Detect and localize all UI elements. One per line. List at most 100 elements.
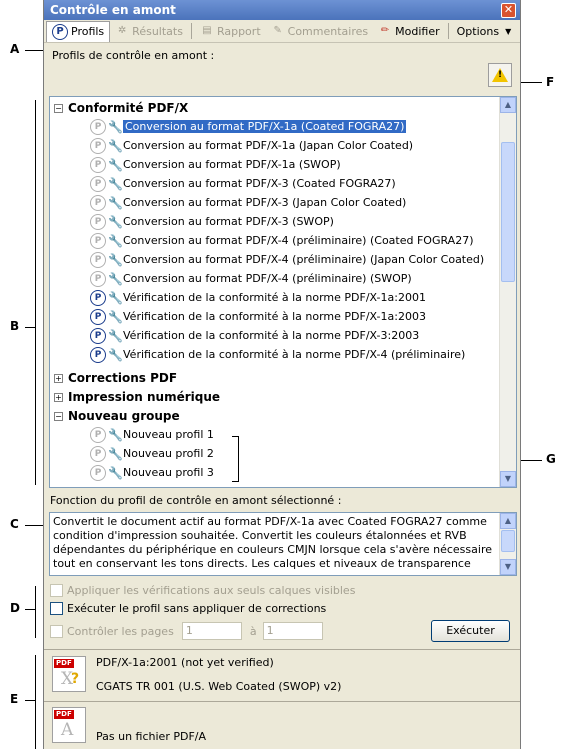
scroll-down-icon[interactable]: ▼ xyxy=(500,559,516,575)
profile-item[interactable]: P 🔧Vérification de la conformité à la nor… xyxy=(90,327,419,345)
profile-item-label: Conversion au format PDF/X-3 (Japan Colo… xyxy=(123,196,407,209)
warning-button[interactable]: ! xyxy=(488,63,512,87)
tree-scrollbar[interactable]: ▲ ▼ xyxy=(499,97,516,487)
callout-b: B xyxy=(10,319,20,333)
scroll-thumb[interactable] xyxy=(501,530,515,552)
profile-item[interactable]: P 🔧Nouveau profil 1 xyxy=(90,426,214,444)
tree-content: − Conformité PDF/X P 🔧 Conversion au forma… xyxy=(50,97,499,487)
callout-c: C xyxy=(10,517,19,531)
callout-g-bracket xyxy=(238,436,239,482)
tab-commentaires[interactable]: ✎ Commentaires xyxy=(266,21,373,41)
profile-item[interactable]: P 🔧Nouveau profil 2 xyxy=(90,445,214,463)
wrench-icon: 🔧 xyxy=(108,291,123,305)
wrench-icon: 🔧 xyxy=(108,428,123,442)
comment-icon: ✎ xyxy=(273,25,282,36)
profile-item[interactable]: P 🔧Conversion au format PDF/X-4 (prélimin… xyxy=(90,251,484,269)
description-text: Convertit le document actif au format PD… xyxy=(53,515,492,570)
profile-icon: P xyxy=(90,119,106,135)
wrench-icon: 🔧 xyxy=(108,329,123,343)
tree-group-label: Conformité PDF/X xyxy=(68,101,189,115)
profile-icon: P xyxy=(90,252,106,268)
callout-b-line xyxy=(25,327,35,328)
options-menu[interactable]: Options ▼ xyxy=(452,21,517,41)
callout-g: G xyxy=(546,452,556,466)
scroll-down-icon[interactable]: ▼ xyxy=(500,471,516,487)
tree-group-nouveau[interactable]: − Nouveau groupe xyxy=(54,407,180,425)
profile-item[interactable]: P 🔧Vérification de la conformité à la nor… xyxy=(90,289,426,307)
profile-icon: P xyxy=(90,427,106,443)
tab-resultats[interactable]: ✲ Résultats xyxy=(110,21,188,41)
scroll-up-icon[interactable]: ▲ xyxy=(500,97,516,113)
profile-item[interactable]: P 🔧Vérification de la conformité à la nor… xyxy=(90,308,426,326)
profile-item-label: Conversion au format PDF/X-4 (préliminai… xyxy=(123,234,474,247)
edit-button-label: Modifier xyxy=(395,24,440,38)
wrench-icon: 🔧 xyxy=(108,120,123,134)
collapse-icon[interactable]: − xyxy=(54,412,63,421)
no-fixups-checkbox[interactable] xyxy=(50,602,63,615)
profile-item-label: Nouveau profil 1 xyxy=(123,428,214,441)
profile-item[interactable]: P 🔧Vérification de la conformité à la nor… xyxy=(90,346,465,364)
option-no-fixups[interactable]: Exécuter le profil sans appliquer de cor… xyxy=(50,602,326,615)
profile-icon: P xyxy=(90,157,106,173)
expand-icon[interactable]: + xyxy=(54,393,63,402)
profile-item[interactable]: P 🔧Conversion au format PDF/X-3 (Japan Co… xyxy=(90,194,406,212)
description-scrollbar[interactable]: ▲ ▼ xyxy=(499,513,516,575)
visible-layers-checkbox[interactable] xyxy=(50,584,63,597)
profile-item[interactable]: P 🔧Conversion au format PDF/X-4 (prélimin… xyxy=(90,270,412,288)
profile-item-label: Conversion au format PDF/X-1a (Coated FO… xyxy=(123,120,407,133)
page-from-field[interactable]: 1 xyxy=(181,622,242,640)
tree-group-conformite[interactable]: − Conformité PDF/X xyxy=(54,99,188,117)
callout-a: A xyxy=(10,42,20,56)
tree-group-corrections[interactable]: + Corrections PDF xyxy=(54,369,177,387)
wrench-icon: 🔧 xyxy=(108,447,123,461)
toolbar: P Profils ✲ Résultats ▤ Rapport ✎ Commen… xyxy=(44,20,520,43)
check-pages-label: Contrôler les pages xyxy=(67,624,174,638)
edit-button[interactable]: ✏ Modifier xyxy=(373,21,444,41)
pdf-badge: PDF xyxy=(54,659,74,668)
profile-item-label: Vérification de la conformité à la norme… xyxy=(123,348,466,361)
close-icon[interactable]: ✕ xyxy=(501,3,516,18)
profile-item[interactable]: P 🔧Conversion au format PDF/X-3 (Coated F… xyxy=(90,175,396,193)
wrench-icon: 🔧 xyxy=(108,177,123,191)
wrench-icon: 🔧 xyxy=(108,234,123,248)
run-button[interactable]: Exécuter xyxy=(431,620,510,642)
profile-item[interactable]: P 🔧Conversion au format PDF/X-4 (prélimin… xyxy=(90,232,474,250)
pdfa-status: Pas un fichier PDF/A xyxy=(96,730,206,743)
profile-icon: P xyxy=(90,328,106,344)
callout-d-line xyxy=(25,609,35,610)
callout-e-line xyxy=(25,700,35,701)
scroll-thumb[interactable] xyxy=(501,142,515,282)
tab-profils[interactable]: P Profils xyxy=(46,20,111,42)
profile-item[interactable]: P 🔧Conversion au format PDF/X-1a (Japan C… xyxy=(90,137,413,155)
option-check-pages[interactable]: Contrôler les pages 1 à 1 xyxy=(50,622,323,640)
profile-icon: P xyxy=(90,309,106,325)
wrench-icon: 🔧 xyxy=(108,310,123,324)
profile-item-label: Vérification de la conformité à la norme… xyxy=(123,329,420,342)
pdf-badge: PDF xyxy=(54,710,74,719)
profile-item[interactable]: P 🔧 Conversion au format PDF/X-1a (Coated … xyxy=(90,118,407,136)
profile-icon: P xyxy=(90,347,106,363)
tree-group-impression[interactable]: + Impression numérique xyxy=(54,388,220,406)
wrench-icon: 🔧 xyxy=(108,196,123,210)
profile-tree[interactable]: − Conformité PDF/X P 🔧 Conversion au forma… xyxy=(49,96,517,488)
page-to-field[interactable]: 1 xyxy=(262,622,323,640)
tree-group-label: Corrections PDF xyxy=(68,371,178,385)
profile-item[interactable]: P 🔧Nouveau profil 3 xyxy=(90,464,214,482)
chevron-down-icon: ▼ xyxy=(505,26,512,36)
check-pages-checkbox[interactable] xyxy=(50,624,63,638)
callout-e-bracket xyxy=(35,655,36,749)
profile-item-label: Vérification de la conformité à la norme… xyxy=(123,310,426,323)
tab-rapport[interactable]: ▤ Rapport xyxy=(195,21,266,41)
tab-resultats-label: Résultats xyxy=(132,24,183,38)
option-visible-layers[interactable]: Appliquer les vérifications aux seuls ca… xyxy=(50,584,355,597)
profile-item[interactable]: P 🔧Conversion au format PDF/X-3 (SWOP) xyxy=(90,213,334,231)
collapse-icon[interactable]: − xyxy=(54,104,63,113)
expand-icon[interactable]: + xyxy=(54,374,63,383)
scroll-up-icon[interactable]: ▲ xyxy=(500,513,516,529)
pdfx-output-intent: CGATS TR 001 (U.S. Web Coated (SWOP) v2) xyxy=(96,680,342,693)
wrench-icon: 🔧 xyxy=(108,158,123,172)
warning-icon: ! xyxy=(492,68,508,82)
profile-item[interactable]: P 🔧Conversion au format PDF/X-1a (SWOP) xyxy=(90,156,341,174)
page-to-label: à xyxy=(249,624,257,638)
report-icon: ▤ xyxy=(202,25,212,36)
